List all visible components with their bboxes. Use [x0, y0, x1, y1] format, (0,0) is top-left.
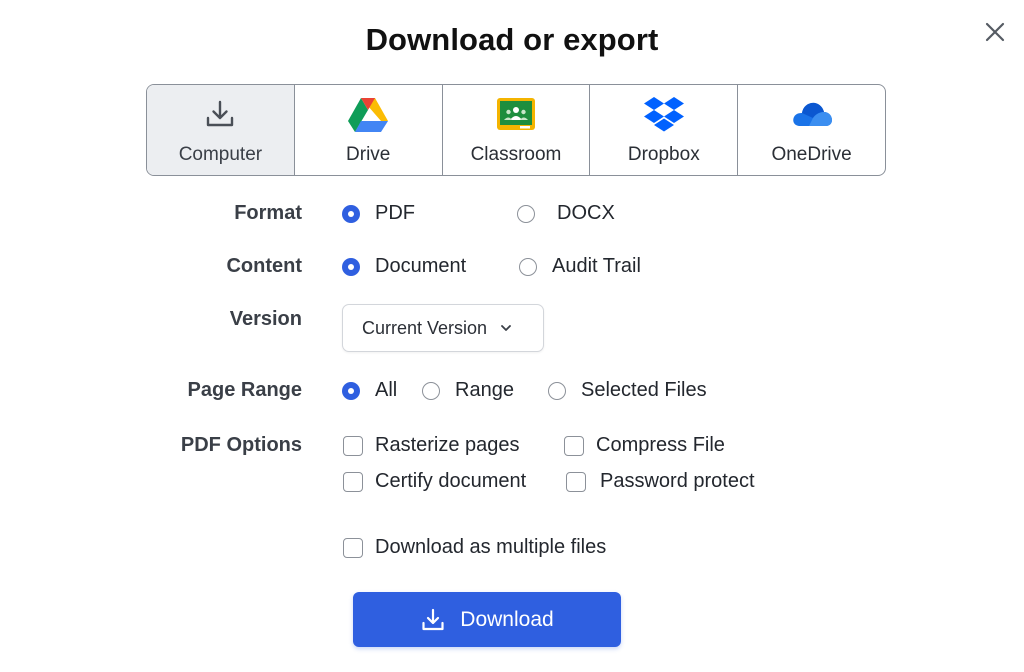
version-value: Current Version [362, 317, 488, 338]
chevron-down-icon [500, 324, 512, 332]
compress-file-checkbox[interactable]: Compress File [564, 434, 725, 457]
page-range-selected-files-radio[interactable]: Selected Files [548, 379, 707, 402]
download-button[interactable]: Download [353, 592, 621, 647]
option-label: Range [455, 379, 514, 401]
google-drive-icon [346, 94, 390, 134]
version-dropdown[interactable]: Current Version [342, 304, 544, 352]
password-protect-checkbox[interactable]: Password protect [566, 470, 755, 493]
destination-dropbox[interactable]: Dropbox [590, 85, 739, 175]
format-pdf-radio[interactable]: PDF [342, 202, 415, 225]
version-label: Version [229, 308, 302, 330]
destination-label: Dropbox [627, 144, 700, 165]
destination-drive[interactable]: Drive [295, 85, 443, 175]
format-label: Format [234, 202, 302, 224]
option-label: Document [375, 255, 467, 277]
destination-label: Drive [346, 144, 391, 165]
content-audit-trail-radio[interactable]: Audit Trail [519, 255, 641, 278]
destination-onedrive[interactable]: OneDrive [738, 85, 885, 175]
download-icon [198, 94, 242, 134]
checkbox[interactable] [343, 435, 363, 456]
content-label: Content [226, 255, 302, 277]
download-button-label: Download [460, 607, 554, 631]
option-label: Audit Trail [552, 255, 641, 277]
checkbox[interactable] [564, 435, 584, 456]
option-label: All [375, 379, 398, 401]
checkbox[interactable] [343, 471, 363, 492]
option-label: Download as multiple files [375, 536, 607, 558]
destination-label: OneDrive [771, 144, 852, 165]
dialog-title: Download or export [365, 22, 659, 57]
export-dialog: Download or export Computer Drive Classr… [0, 0, 1024, 672]
option-label: Selected Files [581, 379, 707, 401]
rasterize-pages-checkbox[interactable]: Rasterize pages [343, 434, 520, 457]
close-icon [985, 22, 1005, 42]
destination-label: Classroom [470, 144, 562, 165]
radio-unselected[interactable] [517, 204, 535, 223]
radio-selected[interactable] [342, 257, 360, 276]
dropbox-icon [642, 94, 686, 134]
checkbox[interactable] [566, 471, 586, 492]
option-label: PDF [375, 202, 415, 224]
close-button[interactable] [979, 16, 1011, 48]
google-classroom-icon [494, 94, 538, 134]
content-document-radio[interactable]: Document [342, 255, 466, 278]
destination-selector: Computer Drive Classroom Dropbox OneDriv… [146, 84, 886, 176]
radio-selected[interactable] [342, 381, 360, 400]
option-label: Compress File [596, 434, 725, 456]
format-docx-radio[interactable]: DOCX [517, 202, 615, 225]
download-icon [420, 607, 446, 633]
onedrive-icon [790, 94, 834, 134]
destination-classroom[interactable]: Classroom [443, 85, 591, 175]
option-label: DOCX [557, 202, 615, 224]
option-label: Certify document [375, 470, 527, 492]
radio-unselected[interactable] [548, 381, 566, 400]
radio-unselected[interactable] [519, 257, 537, 276]
radio-unselected[interactable] [422, 381, 440, 400]
page-range-range-radio[interactable]: Range [422, 379, 514, 402]
page-range-all-radio[interactable]: All [342, 379, 397, 402]
radio-selected[interactable] [342, 204, 360, 223]
checkbox[interactable] [343, 537, 363, 558]
pdf-options-label: PDF Options [180, 434, 302, 456]
option-label: Password protect [600, 470, 755, 492]
destination-computer[interactable]: Computer [147, 85, 295, 175]
download-multiple-files-checkbox[interactable]: Download as multiple files [343, 536, 606, 559]
certify-document-checkbox[interactable]: Certify document [343, 470, 526, 493]
destination-label: Computer [178, 144, 263, 165]
page-range-label: Page Range [187, 379, 302, 401]
option-label: Rasterize pages [375, 434, 520, 456]
